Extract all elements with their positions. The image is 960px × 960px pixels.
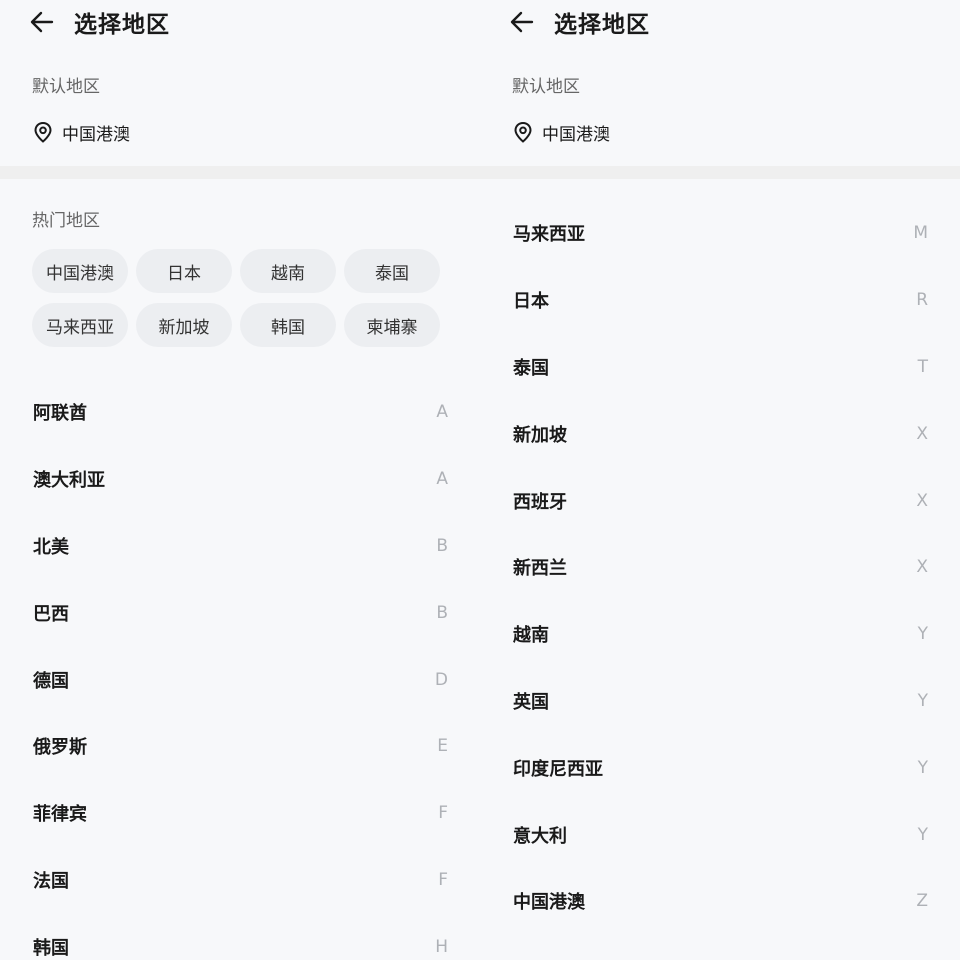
region-row[interactable]: 澳大利亚 A: [0, 446, 480, 513]
default-region-item[interactable]: 中国港澳: [0, 121, 480, 145]
region-name: 印度尼西亚: [513, 758, 603, 780]
default-region-name: 中国港澳: [62, 124, 130, 145]
back-button[interactable]: [28, 8, 56, 36]
hot-region-chip[interactable]: 柬埔寨: [344, 303, 440, 347]
region-name: 西班牙: [513, 491, 567, 513]
region-name: 澳大利亚: [33, 470, 105, 492]
region-row[interactable]: 巴西 B: [0, 579, 480, 646]
region-picker-screen-right: 选择地区 默认地区 中国港澳 马来西亚 M 日本 R 泰国 T 新加坡 X 西班…: [480, 0, 960, 960]
region-row[interactable]: 德国 D: [0, 646, 480, 713]
region-index-letter: X: [916, 490, 928, 511]
region-index-letter: B: [436, 602, 448, 623]
region-index-letter: X: [916, 557, 928, 578]
region-row[interactable]: 俄罗斯 E: [0, 713, 480, 780]
arrow-left-icon: [30, 11, 54, 33]
region-index-letter: Y: [917, 690, 928, 711]
region-index-letter: D: [434, 669, 448, 690]
region-row[interactable]: 韩国 H: [0, 913, 480, 960]
region-name: 巴西: [33, 603, 69, 625]
hot-region-chip[interactable]: 韩国: [240, 303, 336, 347]
hot-region-chip[interactable]: 新加坡: [136, 303, 232, 347]
default-region-label: 默认地区: [32, 77, 100, 97]
region-index-letter: Z: [916, 891, 928, 912]
region-name: 新西兰: [513, 558, 567, 580]
default-region-name: 中国港澳: [542, 124, 610, 145]
arrow-left-icon: [510, 11, 534, 33]
section-divider: [480, 166, 960, 179]
region-index-letter: R: [916, 290, 928, 311]
region-row[interactable]: 越南 Y: [480, 601, 960, 668]
region-name: 意大利: [513, 825, 567, 847]
page-title: 选择地区: [74, 12, 170, 38]
region-row[interactable]: 菲律宾 F: [0, 780, 480, 847]
region-name: 新加坡: [513, 424, 567, 446]
region-name: 日本: [513, 291, 549, 313]
header: 选择地区: [0, 0, 480, 44]
region-row[interactable]: 日本 R: [480, 267, 960, 334]
back-button[interactable]: [508, 8, 536, 36]
region-row[interactable]: 法国 F: [0, 847, 480, 914]
region-index-letter: X: [916, 423, 928, 444]
region-name: 马来西亚: [513, 224, 585, 246]
region-row[interactable]: 马来西亚 M: [480, 200, 960, 267]
region-index-letter: B: [436, 535, 448, 556]
location-pin-icon: [32, 121, 54, 143]
screens: 选择地区 默认地区 中国港澳 热门地区 中国港澳 日本 越南 泰国 马来西亚 新…: [0, 0, 960, 960]
region-row[interactable]: 西班牙 X: [480, 467, 960, 534]
default-region-item[interactable]: 中国港澳: [480, 121, 960, 145]
page-title: 选择地区: [554, 12, 650, 38]
region-row[interactable]: 英国 Y: [480, 668, 960, 735]
region-name: 英国: [513, 691, 549, 713]
region-picker-screen-left: 选择地区 默认地区 中国港澳 热门地区 中国港澳 日本 越南 泰国 马来西亚 新…: [0, 0, 480, 960]
region-name: 德国: [33, 670, 69, 692]
region-name: 中国港澳: [513, 892, 585, 914]
region-name: 越南: [513, 625, 549, 647]
header: 选择地区: [480, 0, 960, 44]
region-index-letter: M: [913, 223, 928, 244]
region-name: 泰国: [513, 357, 549, 379]
hot-region-chip[interactable]: 泰国: [344, 249, 440, 293]
region-row[interactable]: 中国港澳 Z: [480, 868, 960, 935]
hot-regions-label: 热门地区: [32, 211, 100, 231]
hot-region-chip[interactable]: 马来西亚: [32, 303, 128, 347]
region-name: 俄罗斯: [33, 737, 87, 759]
region-name: 法国: [33, 870, 69, 892]
region-index-letter: A: [436, 402, 448, 423]
region-name: 韩国: [33, 937, 69, 959]
hot-region-chip[interactable]: 越南: [240, 249, 336, 293]
region-index-letter: F: [438, 803, 448, 824]
region-row[interactable]: 阿联酋 A: [0, 379, 480, 446]
region-row[interactable]: 泰国 T: [480, 334, 960, 401]
default-region-label: 默认地区: [512, 77, 580, 97]
region-name: 菲律宾: [33, 804, 87, 826]
hot-region-chip[interactable]: 中国港澳: [32, 249, 128, 293]
region-row[interactable]: 意大利 Y: [480, 801, 960, 868]
hot-region-chip[interactable]: 日本: [136, 249, 232, 293]
region-index-letter: Y: [917, 624, 928, 645]
region-index-letter: Y: [917, 824, 928, 845]
region-index-letter: F: [438, 869, 448, 890]
region-row[interactable]: 新加坡 X: [480, 400, 960, 467]
location-pin-icon: [512, 121, 534, 143]
region-name: 阿联酋: [33, 403, 87, 425]
region-index-letter: Y: [917, 757, 928, 778]
region-row[interactable]: 北美 B: [0, 513, 480, 580]
section-divider: [0, 166, 480, 179]
region-index-letter: H: [435, 936, 448, 957]
region-row[interactable]: 新西兰 X: [480, 534, 960, 601]
region-index-letter: A: [436, 469, 448, 490]
region-row[interactable]: 印度尼西亚 Y: [480, 734, 960, 801]
region-index-letter: E: [437, 736, 448, 757]
region-name: 北美: [33, 536, 69, 558]
region-index-letter: T: [917, 356, 928, 377]
